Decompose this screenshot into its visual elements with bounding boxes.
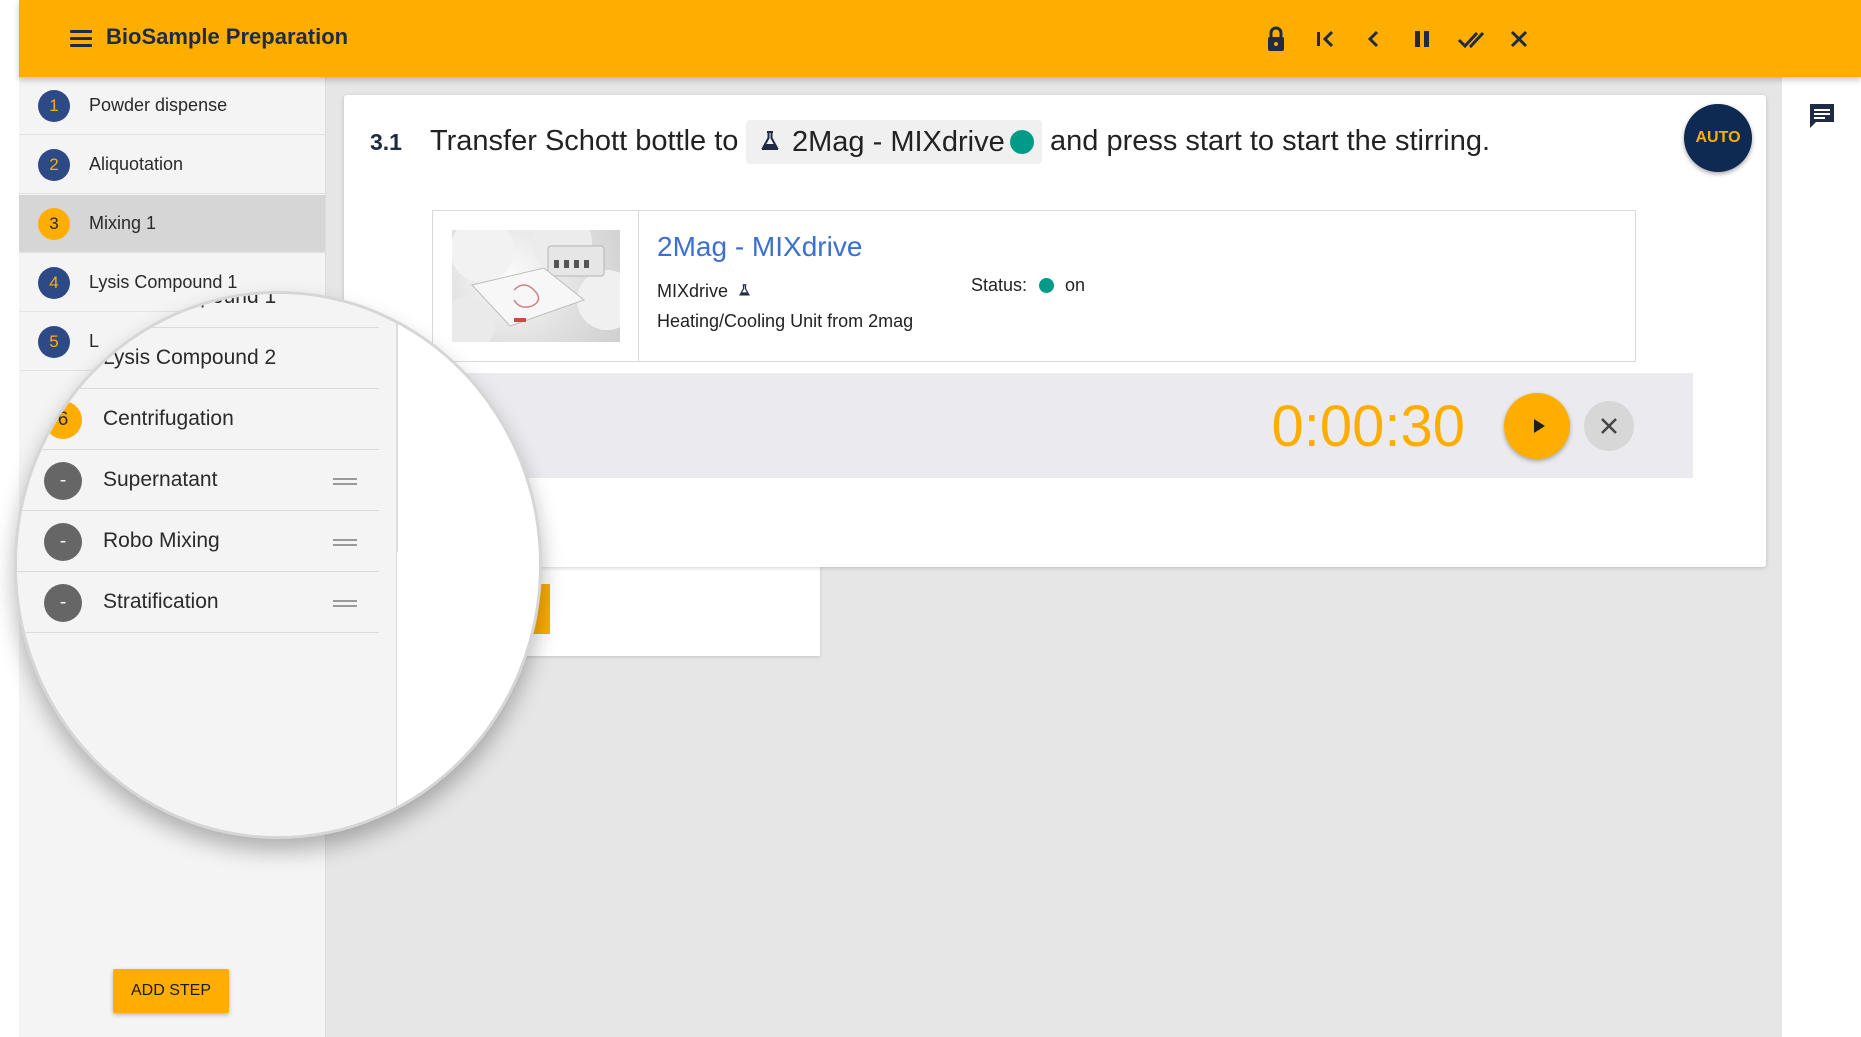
timer-display: 0:00:30: [1271, 394, 1465, 459]
step-label: Lysis Compound 1: [89, 272, 238, 292]
app-title: BioSample Preparation: [106, 24, 349, 49]
play-icon: [1534, 419, 1545, 433]
step-number-badge: 3: [38, 207, 70, 240]
step-number-badge: 5: [44, 340, 82, 378]
instruction-text-before: Transfer Schott bottle to: [430, 125, 739, 157]
magnified-card-edge: [397, 294, 539, 836]
step-number-badge: 6: [44, 401, 82, 439]
mag-step-supernatant[interactable]: - Supernatant: [17, 451, 379, 511]
step-number-badge: [44, 294, 82, 317]
step-label: Aliquotation: [89, 154, 184, 174]
step-card: 3.1 Transfer Schott bottle to 2Mag - MIX…: [344, 95, 1766, 567]
device-chip[interactable]: 2Mag - MIXdrive: [746, 120, 1042, 164]
play-button[interactable]: [1504, 393, 1570, 459]
mag-step-lysis-2[interactable]: 5 Lysis Compound 2: [17, 329, 379, 389]
device-description: Heating/Cooling Unit from 2mag: [657, 311, 914, 331]
magnified-step-list: Lysis Compound 1 5 Lysis Compound 2 6 Ce…: [17, 291, 397, 836]
device-type-icon: [739, 284, 750, 296]
mag-step-centrifugation[interactable]: 6 Centrifugation: [17, 390, 379, 450]
device-icon: [761, 131, 779, 150]
sidebar-step-2[interactable]: 2 Aliquotation: [19, 136, 325, 194]
device-model: MIXdrive: [657, 281, 752, 302]
device-panel: 2Mag - MIXdrive MIXdrive Heating/Cooling…: [432, 210, 1636, 362]
app-header: BioSample Preparation: [19, 0, 1861, 77]
magnifier-lens: Lysis Compound 1 5 Lysis Compound 2 6 Ce…: [14, 291, 542, 839]
step-number-badge: -: [44, 584, 82, 622]
timer-bar: 0:00:30: [444, 373, 1693, 478]
mag-step-lysis-1[interactable]: Lysis Compound 1: [17, 291, 379, 328]
mag-step-stratification[interactable]: - Stratification: [17, 573, 379, 633]
step-label: Powder dispense: [89, 95, 228, 115]
device-name-link[interactable]: 2Mag - MIXdrive: [657, 231, 862, 263]
drag-handle-icon[interactable]: [333, 476, 357, 486]
lock-icon[interactable]: [1255, 18, 1297, 60]
step-label: Lysis Compound 1: [103, 291, 277, 308]
drag-handle-icon[interactable]: [333, 537, 357, 547]
step-number: 3.1: [370, 129, 402, 155]
comment-icon[interactable]: [1806, 100, 1838, 132]
add-step-button[interactable]: ADD STEP: [113, 969, 229, 1013]
step-number-badge: 2: [38, 148, 70, 181]
step-number-badge: -: [44, 523, 82, 561]
cancel-timer-button[interactable]: [1584, 401, 1634, 451]
menu-icon[interactable]: [61, 22, 101, 56]
step-label: Centrifugation: [103, 407, 234, 430]
pause-icon[interactable]: [1401, 18, 1443, 60]
device-divider: [638, 211, 639, 361]
status-value: on: [1065, 275, 1086, 295]
device-chip-label: 2Mag - MIXdrive: [792, 126, 1005, 158]
status-indicator: [1039, 278, 1054, 293]
step-label: Mixing 1: [89, 213, 157, 233]
step-label: Lysis Compound 2: [103, 346, 277, 369]
previous-icon[interactable]: [1353, 18, 1395, 60]
auto-button[interactable]: AUTO: [1684, 104, 1752, 172]
app-window: BioSample Preparation 1 Powder dispense …: [0, 0, 1861, 1037]
device-model-label: MIXdrive: [657, 281, 729, 301]
done-all-icon[interactable]: [1450, 18, 1492, 60]
close-icon[interactable]: [1498, 18, 1540, 60]
step-label: Stratification: [103, 590, 219, 613]
step-label: Robo Mixing: [103, 529, 220, 552]
drag-handle-icon[interactable]: [333, 598, 357, 608]
right-rail: [1782, 77, 1861, 1037]
status-label: Status:: [971, 275, 1028, 295]
skip-to-start-icon[interactable]: [1304, 18, 1346, 60]
step-label: Supernatant: [103, 468, 218, 491]
sidebar-step-3[interactable]: 3 Mixing 1: [19, 195, 325, 253]
instruction-text-after: and press start to start the stirring.: [1050, 125, 1491, 157]
mag-step-robo-mixing[interactable]: - Robo Mixing: [17, 512, 379, 572]
close-icon: [1601, 418, 1617, 434]
sidebar-step-1[interactable]: 1 Powder dispense: [19, 77, 325, 135]
device-status-dot: [1010, 130, 1034, 154]
step-number-badge: 1: [38, 89, 70, 122]
step-number-badge: -: [44, 462, 82, 500]
